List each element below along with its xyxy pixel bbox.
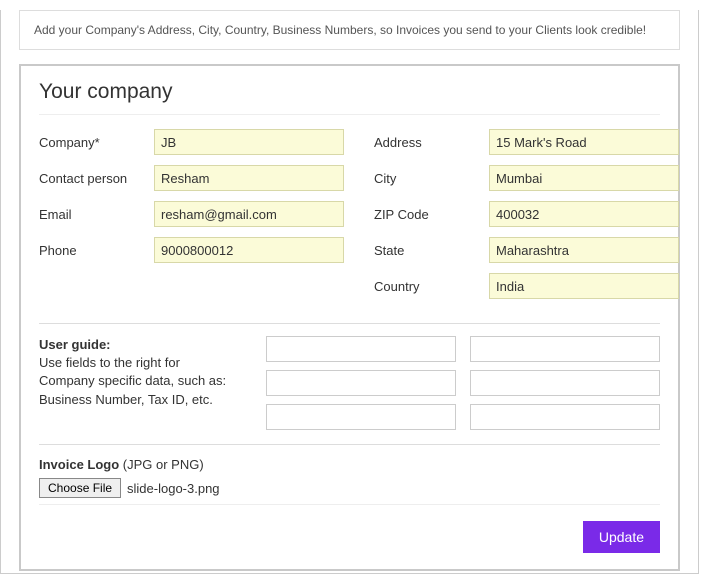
logo-section: Invoice Logo (JPG or PNG) Choose File sl…: [39, 457, 660, 505]
company-label: Company*: [39, 135, 154, 150]
contact-person-row: Contact person: [39, 165, 344, 191]
country-row: Country: [374, 273, 679, 299]
city-label: City: [374, 171, 489, 186]
city-input[interactable]: [489, 165, 679, 191]
user-guide-title: User guide:: [39, 337, 111, 352]
country-input[interactable]: [489, 273, 679, 299]
extra-row-2: [266, 370, 660, 396]
state-input[interactable]: [489, 237, 679, 263]
action-row: Update: [39, 521, 660, 553]
extra-fields: [266, 336, 660, 430]
extra-row-1: [266, 336, 660, 362]
left-column: Company* Contact person Email Phone: [39, 129, 344, 309]
company-row: Company*: [39, 129, 344, 155]
city-row: City: [374, 165, 679, 191]
email-row: Email: [39, 201, 344, 227]
logo-label-bold: Invoice Logo: [39, 457, 119, 472]
email-label: Email: [39, 207, 154, 222]
right-column: Address City ZIP Code State Country: [374, 129, 679, 309]
company-input[interactable]: [154, 129, 344, 155]
phone-label: Phone: [39, 243, 154, 258]
phone-input[interactable]: [154, 237, 344, 263]
extra-input-2b[interactable]: [470, 370, 660, 396]
country-label: Country: [374, 279, 489, 294]
extra-row-3: [266, 404, 660, 430]
extra-input-3b[interactable]: [470, 404, 660, 430]
info-text: Add your Company's Address, City, Countr…: [34, 23, 646, 37]
user-guide-row: User guide: Use fields to the right for …: [39, 336, 660, 430]
extra-input-1b[interactable]: [470, 336, 660, 362]
zip-row: ZIP Code: [374, 201, 679, 227]
user-guide-desc: Use fields to the right for Company spec…: [39, 355, 226, 406]
panel-title: Your company: [39, 80, 660, 115]
address-label: Address: [374, 135, 489, 150]
page-container: Add your Company's Address, City, Countr…: [0, 10, 699, 574]
state-label: State: [374, 243, 489, 258]
company-panel: Your company Company* Contact person Ema…: [19, 64, 680, 571]
logo-label-rest: (JPG or PNG): [119, 457, 204, 472]
address-input[interactable]: [489, 129, 679, 155]
selected-file-name: slide-logo-3.png: [127, 481, 220, 496]
zip-label: ZIP Code: [374, 207, 489, 222]
logo-underline: [39, 504, 660, 505]
contact-person-label: Contact person: [39, 171, 154, 186]
logo-label: Invoice Logo (JPG or PNG): [39, 457, 660, 472]
separator-1: [39, 323, 660, 324]
contact-person-input[interactable]: [154, 165, 344, 191]
separator-2: [39, 444, 660, 445]
extra-input-3a[interactable]: [266, 404, 456, 430]
user-guide-text: User guide: Use fields to the right for …: [39, 336, 236, 430]
email-input[interactable]: [154, 201, 344, 227]
extra-input-2a[interactable]: [266, 370, 456, 396]
state-row: State: [374, 237, 679, 263]
form-grid: Company* Contact person Email Phone: [39, 129, 660, 309]
phone-row: Phone: [39, 237, 344, 263]
update-button[interactable]: Update: [583, 521, 660, 553]
info-bar: Add your Company's Address, City, Countr…: [19, 10, 680, 50]
address-row: Address: [374, 129, 679, 155]
zip-input[interactable]: [489, 201, 679, 227]
extra-input-1a[interactable]: [266, 336, 456, 362]
file-row: Choose File slide-logo-3.png: [39, 478, 660, 498]
choose-file-button[interactable]: Choose File: [39, 478, 121, 498]
